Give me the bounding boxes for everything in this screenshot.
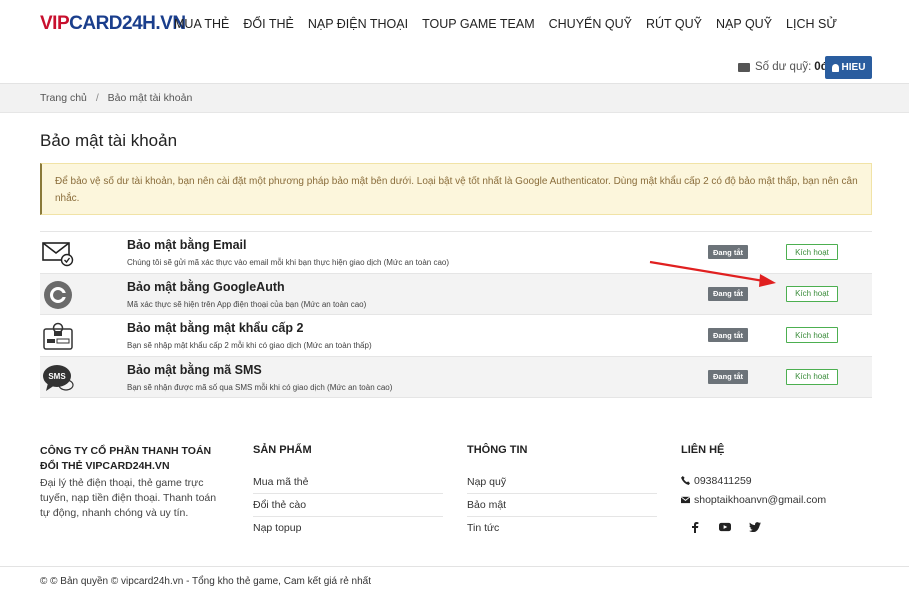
copyright-text: © © Bản quyền © vipcard24h.vn - Tổng kho… [40, 576, 371, 587]
contact-email[interactable]: shoptaikhoanvn@gmail.com [681, 490, 826, 509]
nav-doi-the[interactable]: ĐỔI THẺ [243, 17, 293, 31]
info-title: THÔNG TIN [467, 444, 528, 456]
email-address: shoptaikhoanvn@gmail.com [694, 493, 827, 506]
nav-nap-dien-thoai[interactable]: NẠP ĐIỆN THOẠI [308, 17, 408, 31]
user-account-button[interactable]: HIEU [825, 56, 872, 79]
logo-vip: VIP [40, 13, 70, 34]
status-badge: Đang tắt [708, 245, 748, 259]
twitter-icon[interactable] [749, 521, 761, 533]
security-desc: Bạn sẽ nhận được mã số qua SMS mỗi khi c… [127, 382, 393, 392]
copyright-bar: © © Bản quyền © vipcard24h.vn - Tổng kho… [0, 566, 909, 608]
footer-link-mua-ma-the[interactable]: Mua mã thẻ [253, 471, 443, 494]
contact-phone[interactable]: 0938411259 [681, 471, 826, 490]
nav-toup-game-team[interactable]: TOUP GAME TEAM [422, 17, 535, 31]
breadcrumb-current: Bảo mật tài khoản [107, 92, 193, 104]
security-methods-list: Bảo mật bằng Email Chúng tôi sẽ gửi mã x… [40, 231, 872, 398]
breadcrumb-separator: / [95, 92, 99, 104]
footer-link-nap-quy[interactable]: Nạp quỹ [467, 471, 657, 494]
nav-rut-quy[interactable]: RÚT QUỸ [646, 17, 702, 31]
user-icon [831, 63, 839, 72]
logo-rest: CARD24H.VN [69, 13, 186, 34]
balance-display: Số dư quỹ: 0đ [738, 61, 828, 73]
products-title: SẢN PHẨM [253, 444, 312, 456]
phone-icon [681, 476, 690, 485]
security-row-password: Bảo mật bằng mật khẩu cấp 2 Bạn sẽ nhập … [40, 315, 872, 357]
security-desc: Bạn sẽ nhập mật khẩu cấp 2 mỗi khi có gi… [127, 341, 372, 350]
site-header: VIPCARD24H.VN MUA THẺ ĐỔI THẺ NẠP ĐIỆN T… [0, 0, 909, 84]
security-title: Bảo mật bằng Email [127, 238, 247, 252]
footer-link-tin-tuc[interactable]: Tin tức [467, 517, 657, 540]
status-badge: Đang tắt [708, 369, 748, 384]
social-links [689, 521, 826, 533]
nav-nap-quy[interactable]: NẠP QUỸ [716, 17, 772, 31]
status-badge: Đang tắt [708, 286, 748, 301]
breadcrumb-home[interactable]: Trang chủ [40, 92, 87, 104]
status-badge: Đang tắt [708, 328, 748, 342]
google-auth-icon [44, 280, 72, 309]
security-desc: Chúng tôi sẽ gửi mã xác thực vào email m… [127, 258, 450, 267]
nav-mua-the[interactable]: MUA THẺ [174, 17, 229, 31]
sms-icon: SMS [43, 364, 74, 391]
footer-link-bao-mat[interactable]: Bảo mật [467, 494, 657, 517]
facebook-icon[interactable] [689, 521, 701, 533]
security-title: Bảo mật bằng GoogleAuth [127, 279, 285, 294]
balance-label: Số dư quỹ: [755, 61, 812, 73]
nav-chuyen-quy[interactable]: CHUYỂN QUỸ [549, 17, 632, 31]
wallet-icon [738, 62, 750, 72]
email-icon [42, 242, 74, 267]
annotation-arrow-icon [649, 260, 776, 287]
user-label: HIEU [841, 62, 866, 73]
activate-password-button[interactable]: Kích hoạt [786, 327, 838, 343]
youtube-icon[interactable] [719, 521, 731, 533]
activate-sms-button[interactable]: Kích hoạt [786, 368, 838, 385]
password-icon [43, 322, 73, 350]
footer-products: SẢN PHẨM Mua mã thẻ Đổi thẻ cào Nạp topu… [253, 444, 443, 540]
sms-icon-text: SMS [48, 372, 66, 381]
activate-email-button[interactable]: Kích hoạt [786, 244, 838, 260]
security-desc: Mã xác thực sẽ hiện trên App điện thoại … [127, 299, 367, 309]
footer-info: THÔNG TIN Nạp quỹ Bảo mật Tin tức [467, 444, 657, 540]
security-alert: Để bảo vệ số dư tài khoản, bạn nên cài đ… [40, 163, 872, 215]
footer-link-doi-the-cao[interactable]: Đổi thẻ cào [253, 494, 443, 517]
footer-link-nap-topup[interactable]: Nạp topup [253, 517, 443, 540]
site-logo[interactable]: VIPCARD24H.VN [40, 13, 186, 35]
contact-title: LIÊN HỆ [681, 444, 725, 456]
phone-number: 0938411259 [694, 474, 752, 487]
envelope-icon [681, 496, 690, 504]
main-nav: MUA THẺ ĐỔI THẺ NẠP ĐIỆN THOẠI TOUP GAME… [174, 17, 851, 31]
nav-lich-su[interactable]: LỊCH SỬ [786, 17, 837, 31]
security-title: Bảo mật bằng mật khẩu cấp 2 [127, 321, 304, 335]
page-title: Bảo mật tài khoản [40, 131, 178, 150]
footer-company: CÔNG TY CỔ PHẦN THANH TOÁN ĐỔI THẺ VIPCA… [40, 444, 230, 521]
company-name: CÔNG TY CỔ PHẦN THANH TOÁN ĐỔI THẺ VIPCA… [40, 445, 212, 472]
footer-contact: LIÊN HỆ 0938411259 shoptaikhoanvn@gmail.… [681, 444, 826, 533]
security-title: Bảo mật bằng mã SMS [127, 362, 262, 377]
security-row-sms: SMS Bảo mật bằng mã SMS Bạn sẽ nhận được… [40, 356, 872, 398]
activate-googleauth-button[interactable]: Kích hoạt [786, 285, 838, 302]
breadcrumb: Trang chủ / Bảo mật tài khoản [0, 84, 909, 113]
company-desc: Đại lý thẻ điện thoại, thẻ game trực tuy… [40, 477, 217, 519]
